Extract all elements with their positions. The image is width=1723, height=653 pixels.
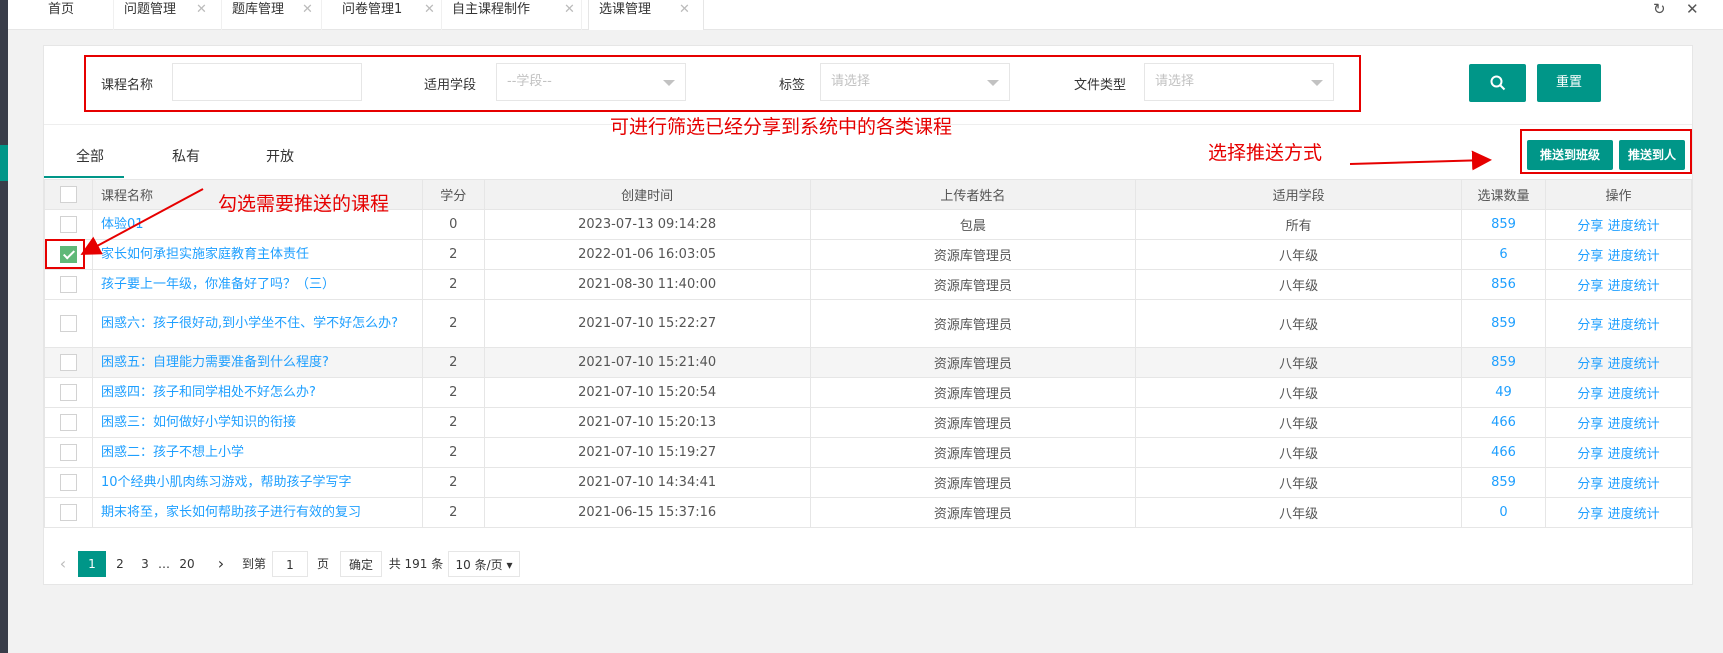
check-arrow [80, 188, 204, 255]
annotation-arrows [80, 150, 1492, 255]
push-arrow [1349, 150, 1492, 171]
